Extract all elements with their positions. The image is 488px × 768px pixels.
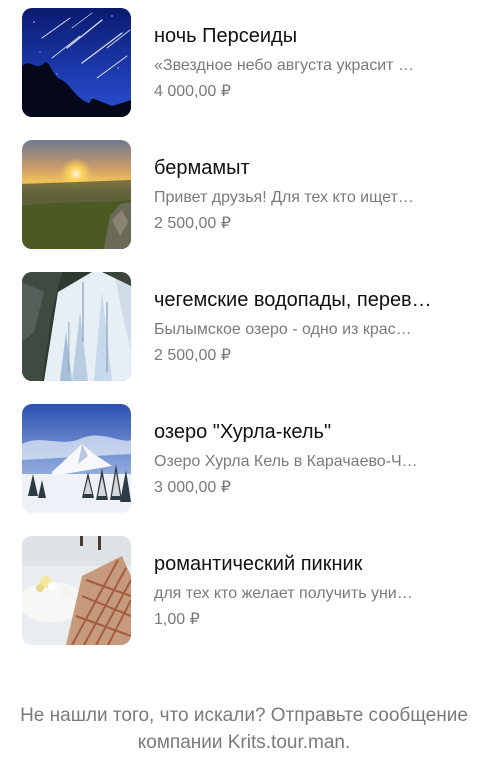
product-image-meteor-night[interactable] bbox=[22, 8, 131, 117]
product-price: 3 000,00 ₽ bbox=[154, 479, 231, 496]
product-price: 2 500,00 ₽ bbox=[154, 347, 231, 364]
product-title[interactable]: бермамыт bbox=[154, 154, 466, 182]
product-description: «Звездное небо августа украсит … bbox=[154, 57, 414, 74]
product-item[interactable]: озеро "Хурла-кель" Озеро Хурла Кель в Ка… bbox=[0, 404, 488, 536]
product-image-picnic[interactable] bbox=[22, 536, 131, 645]
product-item[interactable]: бермамыт Привет друзья! Для тех кто ищет… bbox=[0, 140, 488, 272]
product-description: для тех кто желает получить уни… bbox=[154, 585, 413, 602]
product-price: 4 000,00 ₽ bbox=[154, 83, 231, 100]
product-item[interactable]: чегемские водопады, перев… Былымское озе… bbox=[0, 272, 488, 404]
product-description: Привет друзья! Для тех кто ищет… bbox=[154, 189, 414, 206]
product-list: ночь Персеиды «Звездное небо августа укр… bbox=[0, 8, 488, 668]
product-image-sunset-plateau[interactable] bbox=[22, 140, 131, 249]
product-title[interactable]: озеро "Хурла-кель" bbox=[154, 418, 466, 446]
product-item[interactable]: ночь Персеиды «Звездное небо августа укр… bbox=[0, 8, 488, 140]
product-image-snowy-mountain[interactable] bbox=[22, 404, 131, 513]
product-title[interactable]: романтический пикник bbox=[154, 550, 466, 578]
product-image-frozen-waterfall[interactable] bbox=[22, 272, 131, 381]
product-price: 1,00 ₽ bbox=[154, 611, 200, 628]
product-description: Озеро Хурла Кель в Карачаево-Ч… bbox=[154, 453, 418, 470]
product-price: 2 500,00 ₽ bbox=[154, 215, 231, 232]
product-item[interactable]: романтический пикник для тех кто желает … bbox=[0, 536, 488, 668]
send-message-prompt[interactable]: Не нашли того, что искали? Отправьте соо… bbox=[20, 702, 468, 756]
product-title[interactable]: чегемские водопады, перев… bbox=[154, 286, 466, 314]
product-title[interactable]: ночь Персеиды bbox=[154, 22, 466, 50]
product-description: Былымское озеро - одно из крас… bbox=[154, 321, 412, 338]
